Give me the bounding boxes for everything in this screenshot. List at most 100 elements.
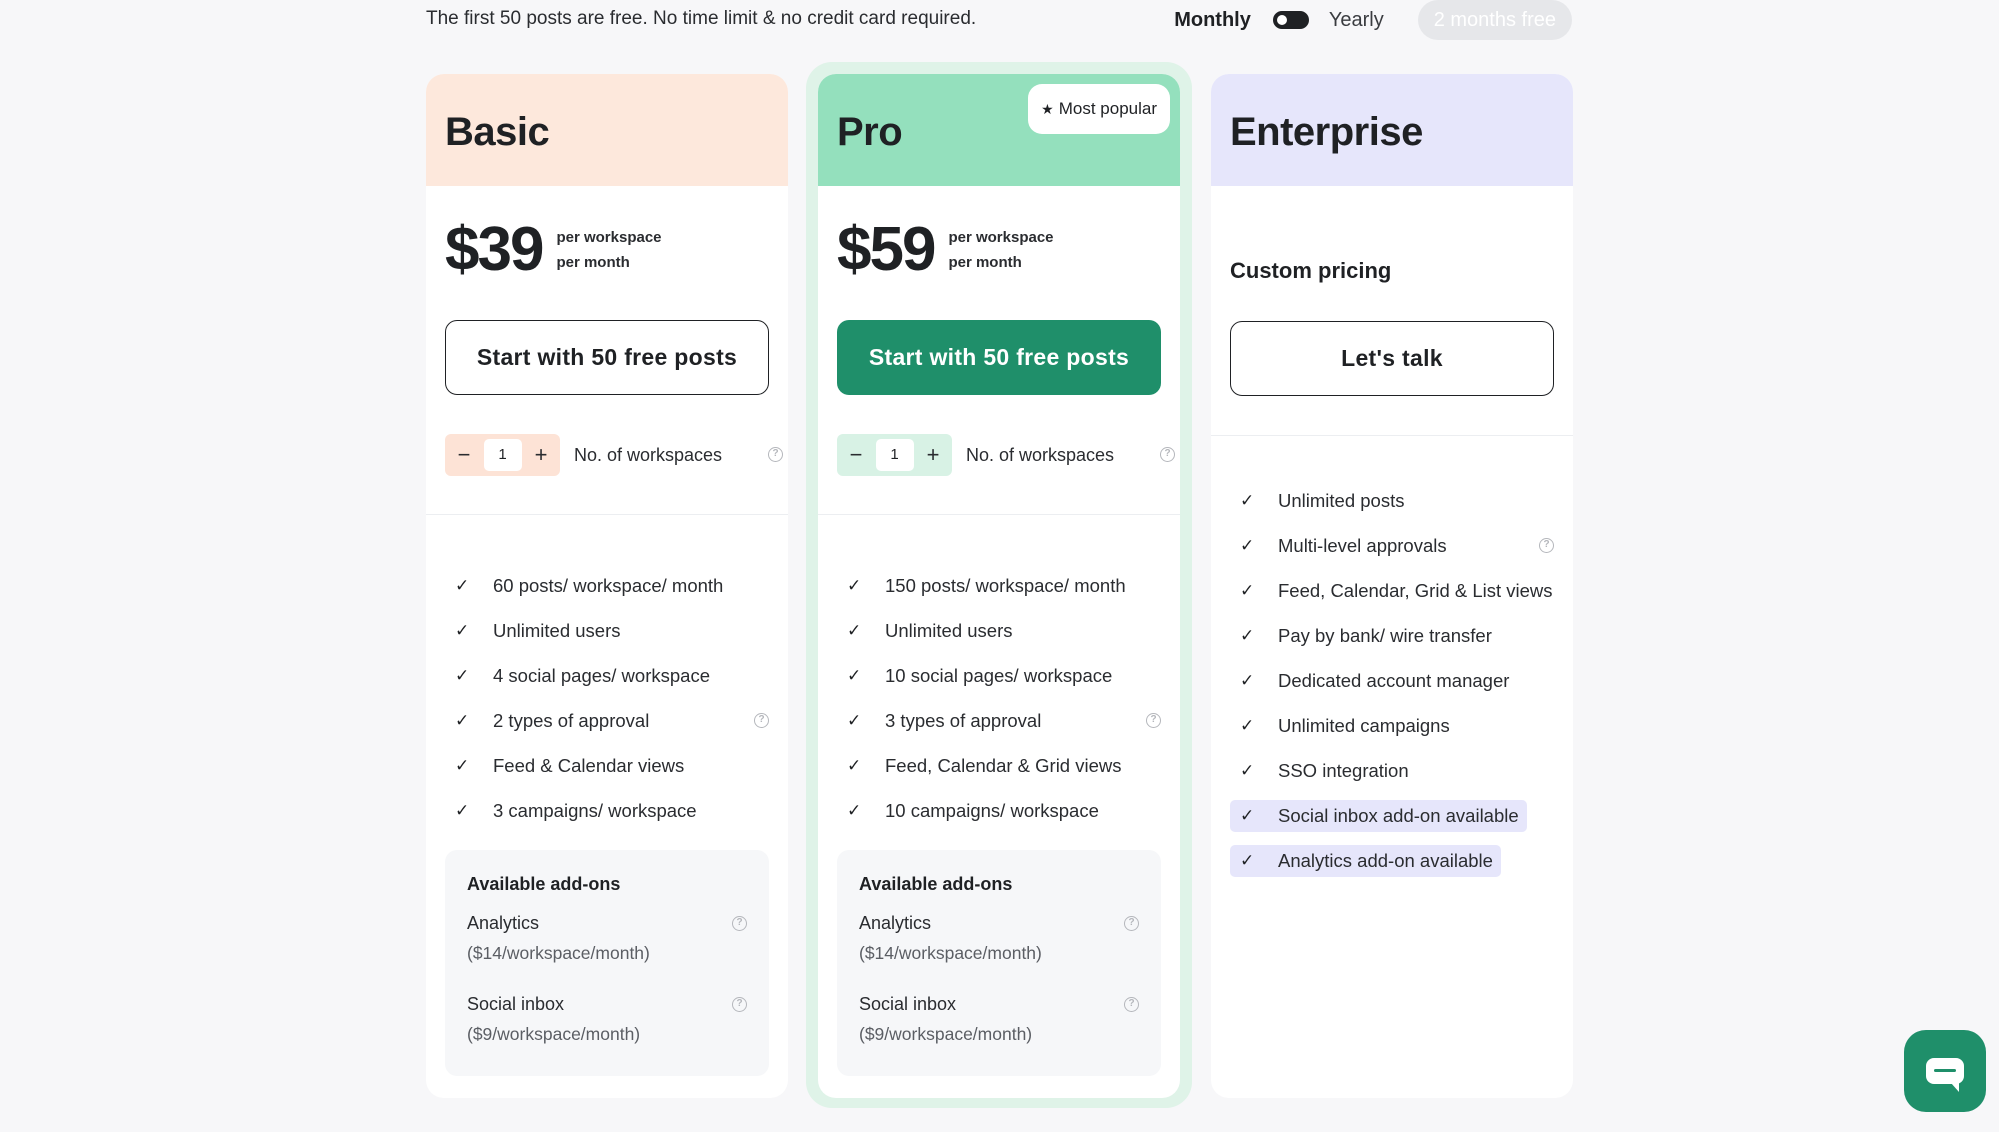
feature-list-basic: ✓ 60 posts/ workspace/ month ✓ Unlimited u… — [445, 563, 769, 833]
feature-text: 4 social pages/ workspace — [493, 664, 710, 686]
feature-text: Unlimited campaigns — [1278, 714, 1450, 736]
feature-list-pro: ✓ 150 posts/ workspace/ month ✓ Unlimited … — [837, 563, 1161, 833]
check-icon: ✓ — [455, 620, 470, 640]
plan-card-pro: Pro ★ Most popular $59 per workspace per… — [818, 74, 1180, 1098]
feature-item: ✓ SSO integration — [1230, 748, 1554, 793]
price-unit: per workspace per month — [948, 225, 1053, 275]
price-unit-line1: per workspace — [948, 228, 1054, 246]
increment-button[interactable]: + — [919, 442, 947, 468]
feature-item: ✓ 10 campaigns/ workspace — [837, 788, 1161, 833]
feature-text: Feed & Calendar views — [493, 754, 685, 776]
card-divider — [818, 514, 1180, 515]
feature-item: ✓ Unlimited users — [445, 608, 769, 653]
workspace-count-input[interactable]: 1 — [875, 439, 914, 471]
feature-item: ✓ Feed, Calendar, Grid & List views — [1230, 568, 1554, 613]
addon-name: Analytics — [859, 913, 932, 933]
feature-text: 2 types of approval — [493, 709, 650, 731]
feature-item: ✓ 4 social pages/ workspace — [445, 653, 769, 698]
card-divider — [1211, 435, 1573, 436]
start-free-button-pro[interactable]: Start with 50 free posts — [837, 320, 1161, 395]
feature-item-highlighted: ✓ Social inbox add-on available — [1230, 793, 1554, 838]
help-circle-icon[interactable]: ? — [1160, 447, 1175, 462]
workspaces-label: No. of workspaces — [574, 444, 723, 465]
feature-text: Unlimited users — [493, 619, 621, 641]
plan-card-enterprise: Enterprise Custom pricing Let's talk ✓ Un… — [1211, 74, 1573, 1098]
feature-text: Feed, Calendar, Grid & List views — [1278, 579, 1553, 601]
custom-pricing-label: Custom pricing — [1230, 258, 1392, 283]
plan-card-basic: Basic $39 per workspace per month Start … — [426, 74, 788, 1098]
price-unit-line1: per workspace — [556, 228, 662, 246]
plan-header-pro: Pro ★ Most popular — [818, 74, 1180, 186]
feature-item: ✓ Feed, Calendar & Grid views — [837, 743, 1161, 788]
help-circle-icon[interactable]: ? — [1124, 916, 1139, 931]
chat-icon — [1926, 1058, 1964, 1092]
feature-text: Social inbox add-on available — [1278, 804, 1519, 826]
check-icon: ✓ — [455, 575, 470, 595]
feature-text: 60 posts/ workspace/ month — [493, 574, 724, 596]
check-icon: ✓ — [1240, 805, 1255, 825]
yearly-label[interactable]: Yearly — [1329, 9, 1384, 32]
monthly-label[interactable]: Monthly — [1174, 9, 1251, 32]
workspace-count-input[interactable]: 1 — [483, 439, 522, 471]
start-free-button-basic[interactable]: Start with 50 free posts — [445, 320, 769, 395]
free-posts-note: The first 50 posts are free. No time lim… — [426, 8, 977, 29]
feature-text: Multi-level approvals — [1278, 534, 1447, 556]
check-icon: ✓ — [1240, 850, 1255, 870]
help-circle-icon[interactable]: ? — [732, 997, 747, 1012]
check-icon: ✓ — [1240, 490, 1255, 510]
help-circle-icon[interactable]: ? — [768, 447, 783, 462]
plan-price: $59 per workspace per month — [837, 214, 1054, 285]
feature-item: ✓ 60 posts/ workspace/ month — [445, 563, 769, 608]
highlight-box: ✓ Analytics add-on available — [1230, 844, 1501, 877]
feature-text: 3 types of approval — [885, 709, 1042, 731]
plan-header-enterprise: Enterprise — [1211, 74, 1573, 186]
decrement-button[interactable]: − — [842, 442, 870, 468]
feature-text: Unlimited posts — [1278, 489, 1405, 511]
plan-header-basic: Basic — [426, 74, 788, 186]
addons-title: Available add-ons — [467, 874, 621, 894]
increment-button[interactable]: + — [527, 442, 555, 468]
feature-item-highlighted: ✓ Analytics add-on available — [1230, 838, 1554, 883]
help-circle-icon[interactable]: ? — [732, 916, 747, 931]
help-circle-icon[interactable]: ? — [1124, 997, 1139, 1012]
help-circle-icon[interactable]: ? — [754, 713, 769, 728]
workspace-stepper-pro: − 1 + No. of workspaces ? — [837, 434, 1177, 476]
feature-item: ✓ 3 types of approval? — [837, 698, 1161, 743]
most-popular-badge: ★ Most popular — [1028, 84, 1170, 134]
check-icon: ✓ — [847, 665, 862, 685]
decrement-button[interactable]: − — [450, 442, 478, 468]
feature-item: ✓ Unlimited campaigns — [1230, 703, 1554, 748]
price-unit-line2: per month — [556, 253, 630, 271]
help-circle-icon[interactable]: ? — [1539, 538, 1554, 553]
addon-name: Social inbox — [467, 994, 565, 1014]
plan-name: Basic — [445, 110, 550, 154]
feature-item: ✓ 10 social pages/ workspace — [837, 653, 1161, 698]
feature-item: ✓ Unlimited posts — [1230, 478, 1554, 523]
feature-text: 10 social pages/ workspace — [885, 664, 1113, 686]
star-icon: ★ — [1041, 100, 1054, 117]
check-icon: ✓ — [455, 800, 470, 820]
lets-talk-button[interactable]: Let's talk — [1230, 321, 1554, 396]
addon-price: ($14/workspace/month) — [467, 943, 650, 963]
addon-social-inbox: Social inbox ($9/workspace/month) ? — [467, 989, 747, 1049]
check-icon: ✓ — [847, 620, 862, 640]
feature-text: 10 campaigns/ workspace — [885, 799, 1099, 821]
feature-text: Feed, Calendar & Grid views — [885, 754, 1122, 776]
feature-item: ✓ Multi-level approvals? — [1230, 523, 1554, 568]
feature-item: ✓ 150 posts/ workspace/ month — [837, 563, 1161, 608]
billing-toggle[interactable] — [1272, 11, 1309, 29]
feature-item: ✓ Feed & Calendar views — [445, 743, 769, 788]
chat-widget-button[interactable] — [1904, 1030, 1986, 1112]
check-icon: ✓ — [455, 710, 470, 730]
yearly-savings-badge: 2 months free — [1417, 0, 1572, 40]
feature-list-enterprise: ✓ Unlimited posts ✓ Multi-level approvals?… — [1230, 478, 1554, 883]
addon-analytics: Analytics ($14/workspace/month) ? — [859, 908, 1139, 968]
check-icon: ✓ — [1240, 715, 1255, 735]
check-icon: ✓ — [847, 575, 862, 595]
check-icon: ✓ — [1240, 580, 1255, 600]
check-icon: ✓ — [455, 665, 470, 685]
check-icon: ✓ — [1240, 760, 1255, 780]
help-circle-icon[interactable]: ? — [1146, 713, 1161, 728]
check-icon: ✓ — [1240, 535, 1255, 555]
feature-item: ✓ Pay by bank/ wire transfer — [1230, 613, 1554, 658]
